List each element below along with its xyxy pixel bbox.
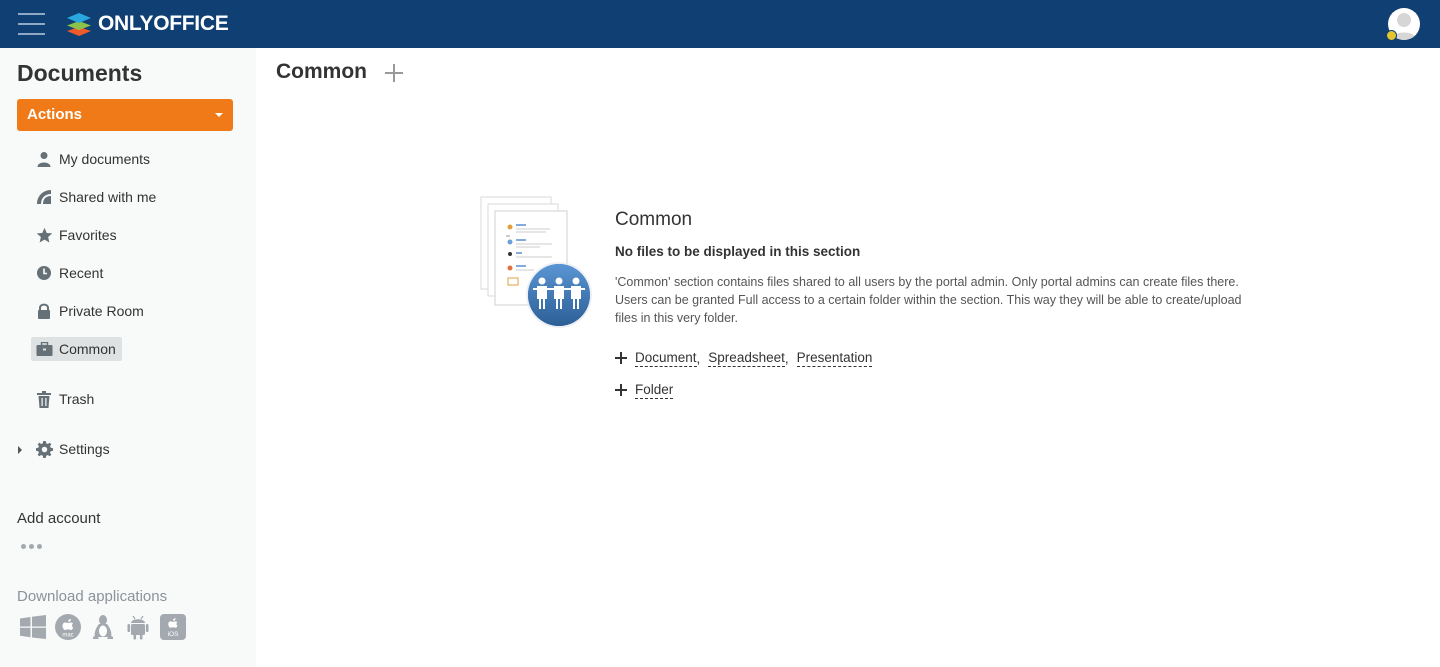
sidebar-title: Documents <box>17 60 143 86</box>
separator: , <box>696 350 701 366</box>
sidebar-item-label: My documents <box>59 151 151 167</box>
sidebar: Documents Actions My documents Shared wi… <box>0 48 256 667</box>
top-bar: ONLYOFFICE <box>0 0 1440 48</box>
sidebar-item-shared-with-me[interactable]: Shared with me <box>31 185 162 209</box>
sidebar-item-label: Recent <box>59 265 104 281</box>
sidebar-item-label: Settings <box>59 441 110 457</box>
star-icon <box>33 224 55 246</box>
sidebar-item-label: Favorites <box>59 227 117 243</box>
share-icon <box>33 186 55 208</box>
sidebar-item-common[interactable]: Common <box>31 337 122 361</box>
android-icon[interactable] <box>125 614 151 640</box>
download-applications-label: Download applications <box>17 588 168 605</box>
windows-icon[interactable] <box>20 614 46 640</box>
empty-section-subheading: No files to be displayed in this section <box>615 244 861 259</box>
sidebar-item-label: Shared with me <box>59 189 157 205</box>
more-dots-icon[interactable] <box>21 544 51 554</box>
sidebar-item-label: Private Room <box>59 303 144 319</box>
menu-icon[interactable] <box>18 12 45 36</box>
create-folder-link[interactable]: Folder <box>635 382 674 399</box>
create-presentation-link[interactable]: Presentation <box>796 350 873 367</box>
empty-section-heading: Common <box>615 209 693 230</box>
page-title: Common <box>276 60 367 83</box>
avatar-status-badge <box>1386 30 1397 41</box>
plus-icon <box>615 384 627 396</box>
gear-icon <box>33 438 55 460</box>
sidebar-item-my-documents[interactable]: My documents <box>31 147 156 171</box>
ios-icon-label: iOS <box>168 631 180 638</box>
common-section-illustration <box>480 196 592 328</box>
onlyoffice-logo[interactable]: ONLYOFFICE <box>66 10 229 38</box>
ios-icon[interactable]: iOS <box>160 614 186 640</box>
create-folder-row: Folder <box>615 380 674 400</box>
app-icons: mac iOS <box>20 612 186 642</box>
add-plus-icon[interactable] <box>385 64 403 82</box>
clock-icon <box>33 262 55 284</box>
macos-icon[interactable]: mac <box>55 614 81 640</box>
create-document-link[interactable]: Document <box>635 350 697 367</box>
plus-icon <box>615 352 627 364</box>
caret-down-icon <box>215 113 223 117</box>
expand-arrow-icon[interactable] <box>18 446 22 454</box>
user-icon <box>33 148 55 170</box>
linux-icon[interactable] <box>90 614 116 640</box>
logo-text: ONLYOFFICE <box>98 12 229 35</box>
add-account-label: Add account <box>17 510 101 527</box>
empty-section-description: 'Common' section contains files shared t… <box>615 275 1242 325</box>
sidebar-item-label: Trash <box>59 391 95 407</box>
sidebar-item-favorites[interactable]: Favorites <box>31 223 123 247</box>
briefcase-icon <box>33 338 55 360</box>
create-spreadsheet-link[interactable]: Spreadsheet <box>708 350 785 367</box>
sidebar-item-private-room[interactable]: Private Room <box>31 299 150 323</box>
macos-icon-label: mac <box>62 633 73 639</box>
onlyoffice-logo-icon <box>67 13 91 36</box>
sidebar-item-trash[interactable]: Trash <box>31 387 100 411</box>
sidebar-item-settings[interactable]: Settings <box>31 437 116 461</box>
separator: , <box>784 350 789 366</box>
sidebar-item-label: Common <box>59 341 116 357</box>
trash-icon <box>33 388 55 410</box>
actions-label: Actions <box>27 106 83 123</box>
actions-button[interactable]: Actions <box>17 99 233 131</box>
sidebar-item-recent[interactable]: Recent <box>31 261 109 285</box>
lock-icon <box>33 300 55 322</box>
common-empty-illustration <box>480 196 594 330</box>
create-files-row: Document , Spreadsheet , Presentation <box>615 348 873 368</box>
